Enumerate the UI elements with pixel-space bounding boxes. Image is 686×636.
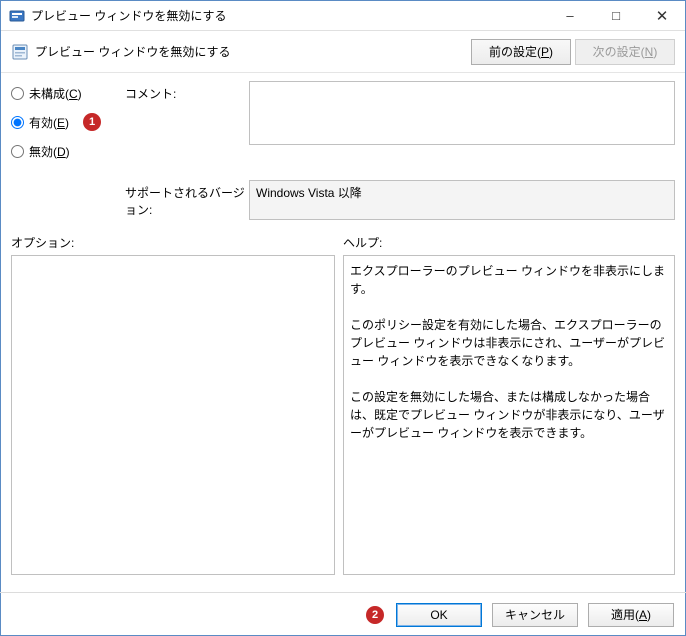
window-title: プレビュー ウィンドウを無効にする (31, 7, 547, 24)
radio-disabled-input[interactable] (11, 145, 24, 158)
comment-label: コメント: (125, 81, 245, 102)
radio-not-configured-input[interactable] (11, 87, 24, 100)
state-radio-group: 未構成(C) 有効(E) 1 無効(D) (11, 81, 121, 172)
button-bar: 2 OK キャンセル 適用(A) (0, 592, 686, 636)
title-bar: プレビュー ウィンドウを無効にする – □ ✕ (1, 1, 685, 31)
cancel-button[interactable]: キャンセル (492, 603, 578, 627)
help-paragraph-2: このポリシー設定を有効にした場合、エクスプローラーのプレビュー ウィンドウは非表… (350, 316, 668, 370)
radio-enabled-input[interactable] (11, 116, 24, 129)
close-button[interactable]: ✕ (639, 1, 685, 30)
comment-textarea[interactable] (249, 81, 675, 145)
supported-versions-box: Windows Vista 以降 (249, 180, 675, 220)
radio-disabled-label: 無効(D) (29, 143, 70, 160)
policy-title: プレビュー ウィンドウを無効にする (35, 43, 467, 60)
maximize-button[interactable]: □ (593, 1, 639, 30)
supported-label: サポートされるバージョン: (125, 180, 245, 218)
radio-disabled[interactable]: 無効(D) (11, 143, 121, 160)
help-paragraph-1: エクスプローラーのプレビュー ウィンドウを非表示にします。 (350, 262, 668, 298)
annotation-1-badge: 1 (83, 113, 101, 131)
help-panel: エクスプローラーのプレビュー ウィンドウを非表示にします。 このポリシー設定を有… (343, 255, 675, 575)
radio-not-configured-label: 未構成(C) (29, 85, 82, 102)
help-label: ヘルプ: (343, 234, 382, 251)
apply-button[interactable]: 適用(A) (588, 603, 674, 627)
next-setting-button: 次の設定(N) (575, 39, 675, 65)
supported-versions-text: Windows Vista 以降 (256, 186, 362, 200)
previous-setting-button[interactable]: 前の設定(P) (471, 39, 571, 65)
options-panel (11, 255, 335, 575)
minimize-button[interactable]: – (547, 1, 593, 30)
radio-enabled[interactable]: 有効(E) 1 (11, 114, 121, 131)
dialog-body: 未構成(C) 有効(E) 1 無効(D) コメント: サポートされるバージョン:… (1, 73, 685, 575)
annotation-2-badge: 2 (366, 606, 384, 624)
radio-enabled-label: 有効(E) (29, 114, 69, 131)
ok-button[interactable]: OK (396, 603, 482, 627)
radio-not-configured[interactable]: 未構成(C) (11, 85, 121, 102)
sub-header: プレビュー ウィンドウを無効にする 前の設定(P) 次の設定(N) (1, 31, 685, 73)
options-label: オプション: (11, 234, 343, 251)
app-icon (9, 8, 25, 24)
window-controls: – □ ✕ (547, 1, 685, 30)
policy-icon (11, 43, 29, 61)
help-paragraph-3: この設定を無効にした場合、または構成しなかった場合は、既定でプレビュー ウィンド… (350, 388, 668, 442)
